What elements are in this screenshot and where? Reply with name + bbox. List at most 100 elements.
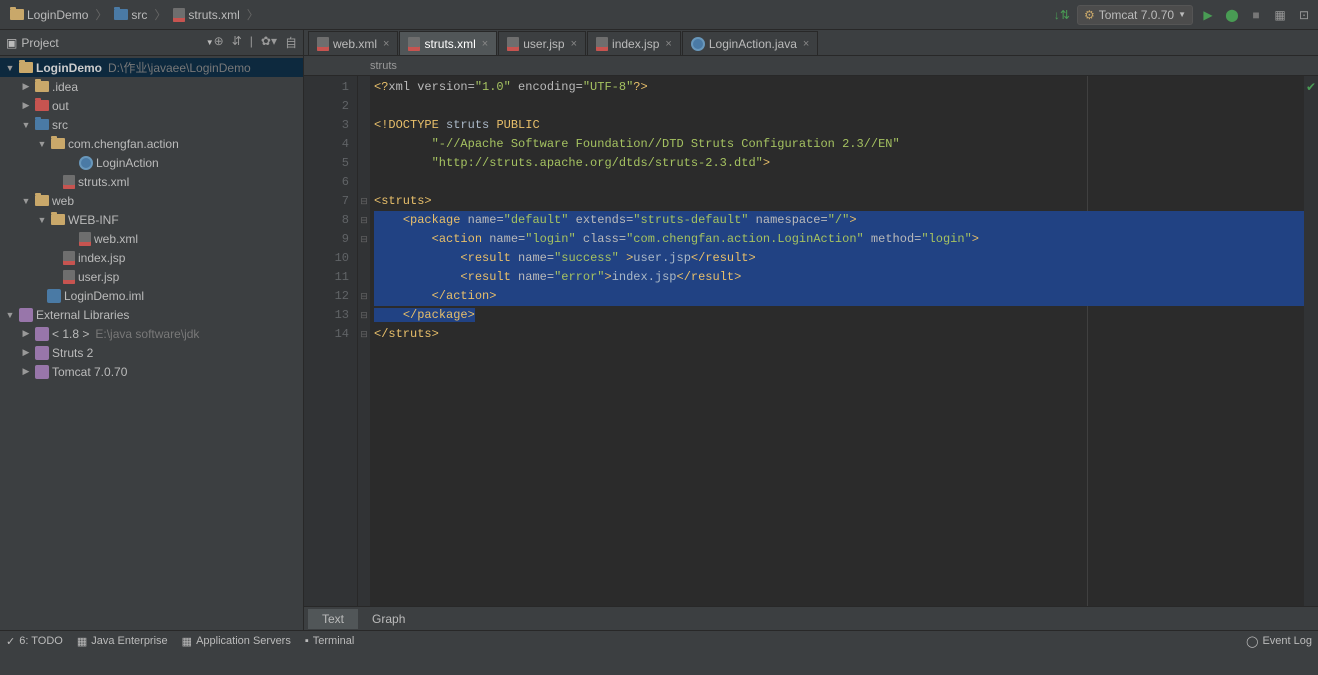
class-icon	[79, 156, 93, 170]
code-content[interactable]: <?xml version="1.0" encoding="UTF-8"?> <…	[370, 76, 1318, 606]
breadcrumb-file[interactable]: struts.xml	[168, 6, 244, 24]
collapse-icon[interactable]: ⇵	[232, 34, 242, 51]
editor-breadcrumb[interactable]: struts	[304, 56, 1318, 76]
library-icon	[35, 346, 49, 360]
check-icon: ✔	[1306, 80, 1316, 95]
tree-item[interactable]: struts.xml	[0, 172, 303, 191]
folder-icon	[10, 9, 24, 20]
jsp-file-icon	[507, 37, 519, 51]
package-icon	[51, 138, 65, 149]
close-icon[interactable]: ×	[665, 38, 671, 50]
tree-item[interactable]: LoginAction	[0, 153, 303, 172]
sidebar-header: ▣ Project ▼ ⊕ ⇵ | ✿▾ ⾃	[0, 30, 303, 56]
target-icon[interactable]: ⊕	[214, 34, 224, 51]
class-icon	[691, 37, 705, 51]
editor-area: web.xml× struts.xml× user.jsp× index.jsp…	[304, 30, 1318, 630]
fold-gutter[interactable]: ⊟⊟ ⊟⊟ ⊟⊟	[358, 76, 370, 606]
tree-item[interactable]: ▼src	[0, 115, 303, 134]
toolbar-controls: ↓⇅ ⚙ Tomcat 7.0.70 ▼ ▶ ⬤ ■ ▦ ⊡	[1053, 5, 1313, 25]
close-icon[interactable]: ×	[482, 38, 488, 50]
tab-user-jsp[interactable]: user.jsp×	[498, 31, 586, 55]
chevron-right-icon: 〉	[247, 6, 259, 23]
tree-item[interactable]: ▶< 1.8 >E:\java software\jdk	[0, 324, 303, 343]
tab-text[interactable]: Text	[308, 609, 358, 629]
bubble-icon: ◯	[1246, 635, 1258, 648]
sidebar-title[interactable]: ▣ Project ▼	[6, 36, 214, 50]
chevron-down-icon: ▼	[206, 38, 214, 47]
code-editor[interactable]: 12 34 56 78 910 1112 1314 ⊟⊟ ⊟⊟ ⊟⊟ <?xml…	[304, 76, 1318, 606]
todo-icon: ✓	[6, 635, 15, 648]
tree-item[interactable]: user.jsp	[0, 267, 303, 286]
debug-button[interactable]: ⬤	[1223, 6, 1241, 24]
main-area: ▣ Project ▼ ⊕ ⇵ | ✿▾ ⾃ ▼LoginDemoD:\作业\j…	[0, 30, 1318, 630]
editor-bottom-tabs: Text Graph	[304, 606, 1318, 630]
tab-graph[interactable]: Graph	[358, 609, 419, 629]
tab-web-xml[interactable]: web.xml×	[308, 31, 398, 55]
project-icon: ▣	[6, 36, 17, 50]
close-icon[interactable]: ×	[803, 38, 809, 50]
hide-icon[interactable]: ⾃	[285, 34, 297, 51]
tomcat-icon: ⚙	[1084, 8, 1095, 22]
xml-file-icon	[317, 37, 329, 51]
tree-item[interactable]: ▶Tomcat 7.0.70	[0, 362, 303, 381]
stop-button[interactable]: ■	[1247, 6, 1265, 24]
folder-icon	[114, 9, 128, 20]
tree-root[interactable]: ▼LoginDemoD:\作业\javaee\LoginDemo	[0, 58, 303, 77]
run-config-selector[interactable]: ⚙ Tomcat 7.0.70 ▼	[1077, 5, 1193, 25]
breadcrumb-project[interactable]: LoginDemo	[5, 6, 93, 24]
xml-file-icon	[408, 37, 420, 51]
tree-item[interactable]: ▼web	[0, 191, 303, 210]
folder-icon	[35, 195, 49, 206]
line-gutter: 12 34 56 78 910 1112 1314	[304, 76, 358, 606]
folder-icon	[19, 62, 33, 73]
status-java-enterprise[interactable]: ▦Java Enterprise	[77, 635, 168, 648]
library-icon	[35, 365, 49, 379]
close-icon[interactable]: ×	[571, 38, 577, 50]
xml-file-icon	[79, 232, 91, 246]
breadcrumb: LoginDemo 〉 src 〉 struts.xml 〉	[5, 6, 1053, 24]
project-tree[interactable]: ▼LoginDemoD:\作业\javaee\LoginDemo ▶.idea …	[0, 56, 303, 383]
folder-icon	[35, 100, 49, 111]
j2ee-icon: ▦	[77, 635, 87, 648]
tree-item[interactable]: ▼com.chengfan.action	[0, 134, 303, 153]
status-app-servers[interactable]: ▦Application Servers	[182, 635, 291, 648]
gear-icon[interactable]: ✿▾	[261, 34, 277, 51]
search-icon[interactable]: ⊡	[1295, 6, 1313, 24]
tab-index-jsp[interactable]: index.jsp×	[587, 31, 681, 55]
chevron-right-icon: 〉	[154, 6, 166, 23]
navigation-bar: LoginDemo 〉 src 〉 struts.xml 〉 ↓⇅ ⚙ Tomc…	[0, 0, 1318, 30]
folder-icon	[35, 119, 49, 130]
xml-file-icon	[173, 8, 185, 22]
breadcrumb-folder[interactable]: src	[109, 6, 152, 24]
tree-item[interactable]: ▼WEB-INF	[0, 210, 303, 229]
tab-struts-xml[interactable]: struts.xml×	[399, 31, 497, 55]
status-terminal[interactable]: ▪Terminal	[305, 635, 354, 648]
xml-file-icon	[63, 175, 75, 189]
editor-tabs: web.xml× struts.xml× user.jsp× index.jsp…	[304, 30, 1318, 56]
status-bar: ✓6: TODO ▦Java Enterprise ▦Application S…	[0, 630, 1318, 651]
library-icon	[19, 308, 33, 322]
tree-item[interactable]: ▶.idea	[0, 77, 303, 96]
status-event-log[interactable]: ◯Event Log	[1246, 635, 1312, 648]
terminal-icon: ▪	[305, 635, 309, 647]
tree-item[interactable]: ▶Struts 2	[0, 343, 303, 362]
folder-icon	[35, 81, 49, 92]
divider: |	[250, 34, 253, 51]
jsp-file-icon	[63, 270, 75, 284]
layout-icon[interactable]: ▦	[1271, 6, 1289, 24]
make-icon[interactable]: ↓⇅	[1053, 6, 1071, 24]
chevron-down-icon: ▼	[1178, 10, 1186, 19]
tree-item[interactable]: LoginDemo.iml	[0, 286, 303, 305]
tab-login-action[interactable]: LoginAction.java×	[682, 31, 819, 55]
iml-file-icon	[47, 289, 61, 303]
tree-item[interactable]: web.xml	[0, 229, 303, 248]
tree-item[interactable]: index.jsp	[0, 248, 303, 267]
error-stripe[interactable]: ✔	[1304, 76, 1318, 606]
sidebar-tools: ⊕ ⇵ | ✿▾ ⾃	[214, 34, 297, 51]
tree-item[interactable]: ▼External Libraries	[0, 305, 303, 324]
folder-icon	[51, 214, 65, 225]
status-todo[interactable]: ✓6: TODO	[6, 635, 63, 648]
close-icon[interactable]: ×	[383, 38, 389, 50]
run-button[interactable]: ▶	[1199, 6, 1217, 24]
tree-item[interactable]: ▶out	[0, 96, 303, 115]
